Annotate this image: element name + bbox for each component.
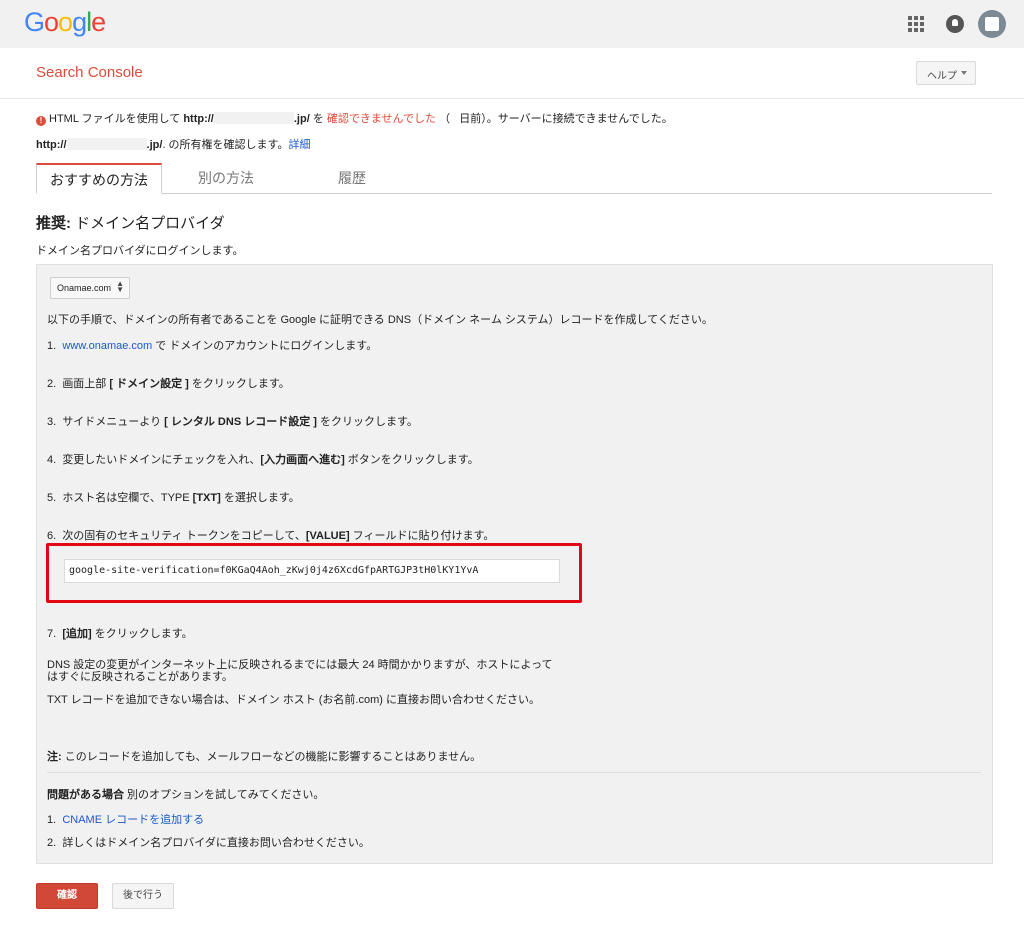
step-text: で ドメインのアカウントにログインします。: [152, 340, 378, 352]
step-5: 5. ホスト名は空欄で、TYPE [TXT] を選択します。: [47, 489, 300, 505]
logo-letter: G: [24, 7, 45, 37]
step-text: ボタンをクリックします。: [344, 454, 479, 466]
do-later-button[interactable]: 後で行う: [112, 883, 174, 909]
instructions-intro: 以下の手順で、ドメインの所有者であることを Google に証明できる DNS（…: [47, 314, 713, 326]
provider-select[interactable]: Onamae.com ▲ ▼: [50, 277, 130, 299]
step-number: 6.: [47, 530, 57, 542]
verification-method-tabs: おすすめの方法 別の方法 履歴: [36, 163, 992, 194]
ownership-message: http:// .jp/. の所有権を確認します。詳細: [36, 136, 310, 152]
provider-selected-value: Onamae.com: [57, 283, 112, 293]
step-number: 2.: [47, 837, 57, 849]
help-dropdown-button[interactable]: ヘルプ: [916, 61, 976, 85]
tab-alternate[interactable]: 別の方法: [176, 163, 276, 193]
step-number: 3.: [47, 416, 57, 428]
product-title[interactable]: Search Console: [36, 64, 143, 81]
txt-note: TXT レコードを追加できない場合は、ドメイン ホスト (お名前.com) に直…: [47, 694, 540, 706]
confirm-button[interactable]: 確認: [36, 883, 98, 909]
step-bold: [TXT]: [192, 492, 221, 504]
apps-grid-icon[interactable]: [908, 16, 924, 32]
google-top-bar: Google: [0, 0, 1024, 48]
google-logo[interactable]: Google: [24, 7, 106, 38]
instructions-panel: Onamae.com ▲ ▼ 以下の手順で、ドメインの所有者であることを Goog…: [36, 264, 993, 864]
status-prefix: HTML ファイルを使用して: [49, 113, 181, 125]
dns-note-line-2: はすぐに反映されることがあります。: [47, 671, 233, 683]
recommended-title: 推奨: ドメイン名プロバイダ: [36, 212, 225, 233]
logo-letter: o: [44, 7, 59, 37]
alternative-text: 詳しくはドメイン名プロバイダに直接お問い合わせください。: [62, 837, 370, 849]
recommended-subtitle: ドメイン名プロバイダにログインします。: [36, 245, 244, 257]
step-1: 1. www.onamae.com で ドメインのアカウントにログインします。: [47, 337, 377, 353]
logo-letter: o: [58, 7, 73, 37]
step-text: をクリックします。: [91, 628, 193, 640]
step-bold: [追加]: [62, 628, 92, 640]
problem-text: 別のオプションを試してみてください。: [124, 789, 325, 801]
ownership-text: . の所有権を確認します。: [162, 139, 289, 151]
site-url-start: http://: [36, 139, 67, 151]
status-connector: を: [312, 113, 324, 125]
onamae-link[interactable]: www.onamae.com: [62, 340, 152, 352]
recommended-title-bold: 推奨:: [36, 215, 71, 232]
step-number: 2.: [47, 378, 57, 390]
token-highlight-box: google-site-verification=f0KGaQ4Aoh_zKwj…: [46, 543, 582, 603]
step-3: 3. サイドメニューより [ レンタル DNS レコード設定 ] をクリックしま…: [47, 413, 418, 429]
verification-status-message: ! HTML ファイルを使用して http:// .jp/ を 確認できませんでした…: [36, 110, 673, 126]
problem-heading: 問題がある場合 別のオプションを試してみてください。: [47, 786, 324, 802]
alternative-2: 2. 詳しくはドメイン名プロバイダに直接お問い合わせください。: [47, 834, 370, 850]
step-number: 7.: [47, 628, 57, 640]
tab-history[interactable]: 履歴: [306, 163, 398, 193]
step-text: 次の固有のセキュリティ トークンをコピーして、: [62, 530, 306, 542]
tab-recommended[interactable]: おすすめの方法: [36, 163, 162, 194]
step-text: ホスト名は空欄で、TYPE: [62, 492, 193, 504]
redacted-domain: [213, 112, 294, 124]
note-label: 注:: [47, 751, 62, 763]
problem-bold: 問題がある場合: [47, 789, 124, 801]
panel-divider: [47, 772, 981, 773]
chevron-down-icon: [961, 71, 967, 75]
error-icon: !: [36, 116, 46, 126]
logo-letter: e: [91, 7, 106, 37]
step-bold: [ レンタル DNS レコード設定 ]: [164, 416, 317, 428]
step-text: サイドメニューより: [62, 416, 165, 428]
select-arrows-icon: ▲ ▼: [116, 279, 124, 294]
alternative-1: 1. CNAME レコードを追加する: [47, 811, 204, 827]
search-console-header: Search Console ヘルプ: [0, 48, 1024, 99]
site-url-end: .jp/: [146, 139, 163, 151]
step-bold: [VALUE]: [305, 530, 350, 542]
step-text: フィールドに貼り付けます。: [349, 530, 495, 542]
notifications-bell-icon[interactable]: [946, 15, 964, 33]
account-avatar-icon[interactable]: [978, 10, 1006, 38]
step-bold: [入力画面へ進む]: [260, 454, 345, 466]
step-text: を選択します。: [220, 492, 300, 504]
status-paren: （: [439, 113, 451, 125]
step-7: 7. [追加] をクリックします。: [47, 625, 193, 641]
verification-token-field[interactable]: google-site-verification=f0KGaQ4Aoh_zKwj…: [64, 559, 560, 583]
step-6: 6. 次の固有のセキュリティ トークンをコピーして、[VALUE] フィールドに…: [47, 527, 494, 543]
step-text: 変更したいドメインにチェックを入れ、: [62, 454, 261, 466]
logo-letter: g: [72, 7, 87, 37]
side-effect-note: 注: このレコードを追加しても、メールフローなどの機能に影響することはありません…: [47, 748, 481, 764]
step-number: 5.: [47, 492, 57, 504]
step-bold: [ ドメイン設定 ]: [109, 378, 189, 390]
step-number: 1.: [47, 340, 57, 352]
step-text: をクリックします。: [316, 416, 418, 428]
redacted-domain: [66, 138, 147, 150]
status-failed-text: 確認できませんでした: [326, 113, 437, 125]
step-text: をクリックします。: [188, 378, 290, 390]
step-4: 4. 変更したいドメインにチェックを入れ、[入力画面へ進む] ボタンをクリックし…: [47, 451, 479, 467]
recommended-title-text: ドメイン名プロバイダ: [71, 215, 225, 232]
details-link[interactable]: 詳細: [288, 139, 310, 151]
step-2: 2. 画面上部 [ ドメイン設定 ] をクリックします。: [47, 375, 290, 391]
step-number: 1.: [47, 814, 57, 826]
status-days-text: 日前）。サーバーに接続できませんでした。: [459, 113, 673, 125]
status-url-start: http://: [183, 113, 214, 125]
step-number: 4.: [47, 454, 57, 466]
note-text: このレコードを追加しても、メールフローなどの機能に影響することはありません。: [61, 751, 482, 763]
help-label: ヘルプ: [927, 71, 957, 82]
cname-record-link[interactable]: CNAME レコードを追加する: [62, 814, 204, 826]
step-text: 画面上部: [62, 378, 110, 390]
status-url-end: .jp/: [293, 113, 310, 125]
